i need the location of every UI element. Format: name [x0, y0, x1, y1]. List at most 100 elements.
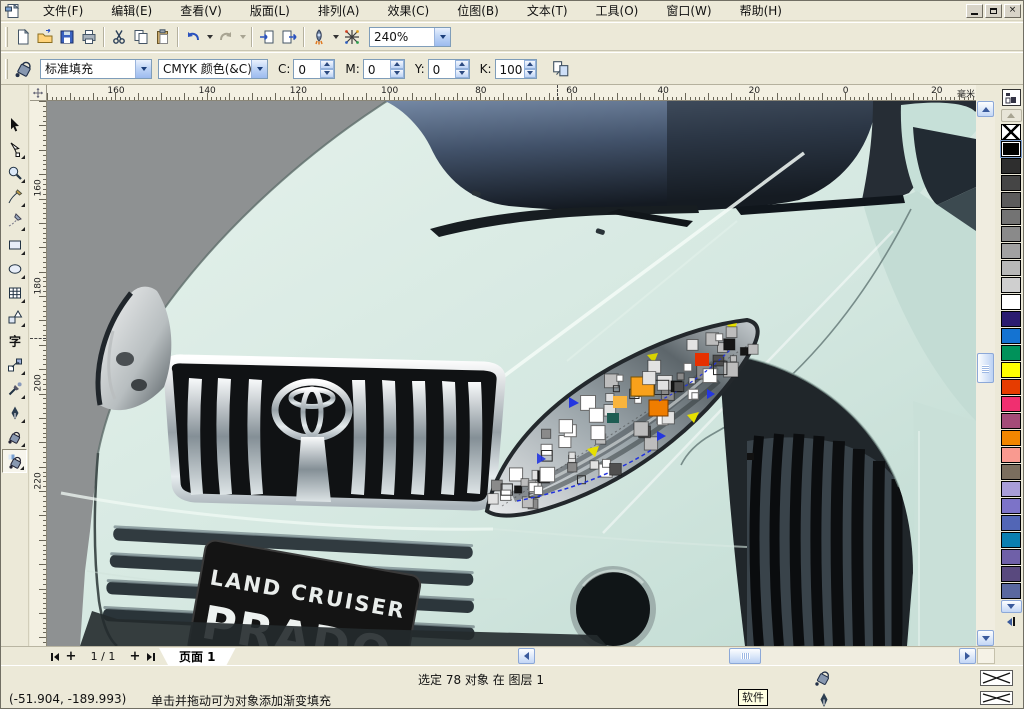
selection-handle[interactable]	[643, 372, 656, 385]
selection-handle[interactable]	[591, 426, 605, 440]
selection-handle[interactable]	[692, 393, 698, 399]
selection-handle[interactable]	[559, 436, 571, 448]
drawing-canvas[interactable]: LAND CRUISER PRADO	[47, 101, 976, 646]
selected-object-orange[interactable]	[649, 400, 668, 416]
freehand-tool[interactable]	[2, 185, 27, 209]
palette-swatch-#7b6e5e[interactable]	[1001, 464, 1021, 480]
palette-swatch-#a1a1a1[interactable]	[1001, 243, 1021, 259]
selection-handle[interactable]	[635, 397, 642, 404]
undo-dropdown[interactable]	[204, 26, 215, 48]
interactive-blend-tool[interactable]	[2, 353, 27, 377]
palette-swatch-#a89dd8[interactable]	[1001, 481, 1021, 497]
close-button[interactable]: ×	[1004, 4, 1021, 18]
palette-swatch-#8a8a8a[interactable]	[1001, 226, 1021, 242]
vertical-scrollbar[interactable]	[976, 101, 995, 646]
black-field[interactable]: 100	[495, 59, 537, 79]
selected-object-red[interactable]	[695, 353, 709, 366]
selection-handle[interactable]	[515, 486, 522, 493]
cyan-spin-up[interactable]	[320, 60, 334, 69]
cut-button[interactable]	[108, 26, 130, 48]
color-palette-menu-icon[interactable]	[1002, 89, 1021, 106]
selection-handle[interactable]	[689, 378, 695, 384]
cyan-spin-down[interactable]	[320, 69, 334, 78]
edge-selection-handle[interactable]	[747, 453, 754, 460]
selection-handle[interactable]	[724, 339, 735, 350]
selection-handle[interactable]	[740, 348, 748, 356]
selection-handle[interactable]	[684, 363, 692, 371]
fill-type-dropdown-button[interactable]	[135, 60, 151, 78]
palette-swatch-#f02f70[interactable]	[1001, 396, 1021, 412]
palette-swatch-#e63c00[interactable]	[1001, 379, 1021, 395]
scroll-right-button[interactable]	[959, 648, 976, 664]
black-spin-down[interactable]	[524, 69, 535, 78]
palette-swatch-#7c73c8[interactable]	[1001, 498, 1021, 514]
ruler-origin[interactable]	[30, 85, 47, 101]
scroll-up-button[interactable]	[977, 101, 994, 117]
palette-swatch-#ffff00[interactable]	[1001, 362, 1021, 378]
scroll-down-button[interactable]	[977, 630, 994, 646]
new-document-button[interactable]	[12, 26, 34, 48]
selection-handle[interactable]	[606, 394, 614, 402]
edit-fill-button[interactable]	[12, 57, 36, 81]
selection-handle[interactable]	[687, 340, 698, 351]
print-button[interactable]	[78, 26, 100, 48]
palette-swatch-#2b1c70[interactable]	[1001, 311, 1021, 327]
black-spin-up[interactable]	[524, 60, 535, 69]
palette-expand-button[interactable]	[1001, 615, 1022, 628]
save-button[interactable]	[56, 26, 78, 48]
propbar-grip[interactable]	[5, 59, 8, 79]
selection-handle[interactable]	[726, 327, 737, 338]
application-launcher-button[interactable]	[308, 26, 330, 48]
add-page-after-button[interactable]: +	[127, 649, 143, 664]
selection-handle[interactable]	[677, 373, 684, 380]
minimize-button[interactable]	[966, 4, 983, 18]
palette-swatch-#5c5c5c[interactable]	[1001, 192, 1021, 208]
selection-handle[interactable]	[542, 429, 551, 438]
text-tool[interactable]: 字	[2, 329, 27, 353]
palette-swatch-#2e2e2e[interactable]	[1001, 158, 1021, 174]
palette-swatch-#ffffff[interactable]	[1001, 294, 1021, 310]
menu-item-8[interactable]: 工具(O)	[582, 1, 653, 20]
selection-handle[interactable]	[748, 344, 758, 354]
horizontal-scroll-thumb[interactable]	[729, 648, 761, 664]
shape-tool[interactable]	[2, 137, 27, 161]
ellipse-tool[interactable]	[2, 257, 27, 281]
menu-item-1[interactable]: 编辑(E)	[97, 1, 166, 20]
selection-handle[interactable]	[568, 463, 577, 472]
rectangle-tool[interactable]	[2, 233, 27, 257]
color-model-dropdown-button[interactable]	[251, 60, 267, 78]
palette-swatch-#737373[interactable]	[1001, 209, 1021, 225]
menu-item-5[interactable]: 效果(C)	[373, 1, 443, 20]
zoom-dropdown-button[interactable]	[434, 28, 450, 46]
fill-tool[interactable]	[2, 425, 27, 449]
selection-handle[interactable]	[541, 444, 552, 455]
selection-handle[interactable]	[590, 461, 598, 469]
selection-handle[interactable]	[703, 369, 717, 383]
magenta-spin-up[interactable]	[390, 60, 404, 69]
zoom-tool[interactable]	[2, 161, 27, 185]
restore-button[interactable]	[985, 4, 1002, 18]
palette-swatch-#5266b6[interactable]	[1001, 515, 1021, 531]
last-page-button[interactable]	[143, 649, 159, 664]
selection-handle[interactable]	[559, 420, 572, 433]
vertical-ruler[interactable]: 160180200220	[30, 101, 47, 646]
paste-button[interactable]	[152, 26, 174, 48]
menu-item-6[interactable]: 位图(B)	[443, 1, 513, 20]
color-model-combo[interactable]: CMYK 颜色(&C)	[158, 59, 268, 79]
toolbar-grip[interactable]	[5, 27, 8, 47]
palette-swatch-#00925a[interactable]	[1001, 345, 1021, 361]
selection-handle[interactable]	[610, 464, 622, 476]
palette-scroll-up-button[interactable]	[1001, 109, 1022, 122]
basic-shapes-tool[interactable]	[2, 305, 27, 329]
palette-swatch-none[interactable]	[1001, 124, 1021, 140]
graph-paper-tool[interactable]	[2, 281, 27, 305]
selection-handle[interactable]	[644, 437, 657, 450]
menu-item-7[interactable]: 文本(T)	[513, 1, 582, 20]
palette-swatch-#59497e[interactable]	[1001, 566, 1021, 582]
selection-handle[interactable]	[634, 422, 648, 436]
palette-swatch-#1473d2[interactable]	[1001, 328, 1021, 344]
interactive-fill-tool[interactable]	[2, 449, 27, 473]
palette-scroll-down-button[interactable]	[1001, 600, 1022, 613]
copy-button[interactable]	[130, 26, 152, 48]
horizontal-ruler[interactable]: 毫米 16014012010080604020020	[47, 85, 976, 101]
